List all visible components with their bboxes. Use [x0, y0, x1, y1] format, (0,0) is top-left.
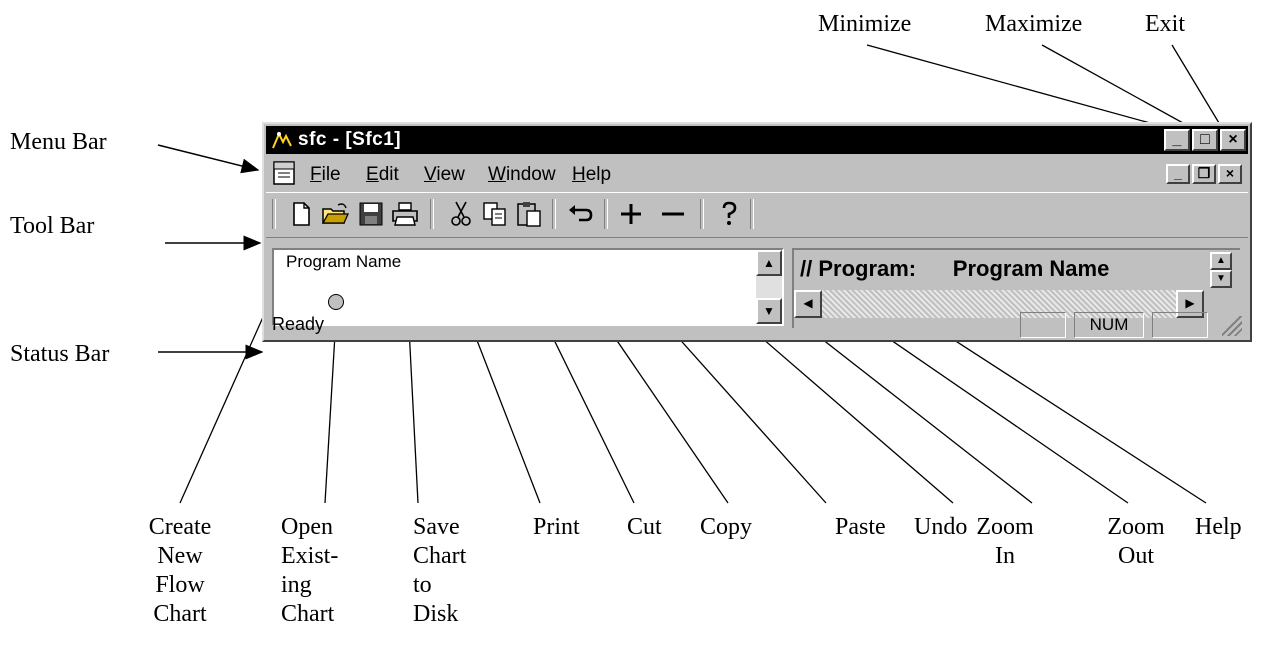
toolbar-separator [430, 199, 434, 229]
child-restore-icon[interactable]: ❐ [1192, 164, 1216, 184]
callout-maximize: Maximize [985, 11, 1083, 37]
menu-view[interactable]: View [424, 164, 465, 186]
menu-window[interactable]: Window [488, 164, 556, 186]
minimize-icon[interactable]: _ [1164, 129, 1190, 151]
toolbar-separator [552, 199, 556, 229]
title-bar[interactable]: sfc - [Sfc1] _ □ × [266, 126, 1248, 154]
callout-help: Help [1195, 514, 1242, 540]
callout-copy: Copy [700, 514, 753, 540]
zoom-in-icon[interactable] [616, 199, 646, 229]
child-close-icon[interactable]: × [1218, 164, 1242, 184]
document-icon[interactable] [272, 160, 298, 186]
status-indicator-num: NUM [1074, 312, 1144, 338]
status-bar: Ready NUM [266, 308, 1248, 340]
toolbar-separator [700, 199, 704, 229]
undo-icon[interactable] [566, 199, 596, 229]
zoom-out-icon[interactable] [658, 199, 688, 229]
tool-bar [266, 192, 1248, 238]
status-indicator-caps [1020, 312, 1066, 338]
toolbar-separator [272, 199, 276, 229]
window-title: sfc - [Sfc1] [298, 129, 402, 150]
save-disk-icon[interactable] [356, 199, 386, 229]
callout-cut: Cut [627, 514, 662, 540]
menu-help[interactable]: Help [572, 164, 611, 186]
menu-bar: File Edit View Window Help _ ❐ × [266, 156, 1248, 190]
new-file-icon[interactable] [286, 199, 316, 229]
callout-print: Print [533, 514, 580, 540]
open-folder-icon[interactable] [320, 199, 350, 229]
callout-menu-bar: Menu Bar [10, 129, 107, 155]
callout-exit: Exit [1145, 11, 1185, 37]
copy-icon[interactable] [480, 199, 510, 229]
program-header-text: // Program: Program Name [800, 256, 1110, 281]
status-indicator-scroll [1152, 312, 1208, 338]
callout-zoom-out: Zoom Out [1107, 514, 1165, 569]
cut-icon[interactable] [446, 199, 476, 229]
callout-open-existing-chart: Open Exist- ing Chart [281, 514, 339, 627]
callout-minimize: Minimize [818, 11, 912, 37]
status-text: Ready [272, 314, 325, 334]
callout-undo: Undo [914, 514, 968, 540]
callout-create-new-flow-chart: Create New Flow Chart [148, 514, 212, 627]
menu-edit[interactable]: Edit [366, 164, 399, 186]
resize-grip-icon[interactable] [1222, 316, 1242, 336]
child-minimize-icon[interactable]: _ [1166, 164, 1190, 184]
scroll-up-small-icon[interactable]: ▲ [1210, 252, 1232, 270]
callout-save-chart-to-disk: Save Chart to Disk [413, 514, 467, 627]
app-window: sfc - [Sfc1] _ □ × File Edit View Window… [262, 122, 1252, 342]
paste-icon[interactable] [514, 199, 544, 229]
maximize-icon[interactable]: □ [1192, 129, 1218, 151]
help-icon[interactable] [714, 199, 744, 229]
menu-file[interactable]: File [310, 164, 341, 186]
toolbar-separator [604, 199, 608, 229]
scroll-down-small-icon[interactable]: ▼ [1210, 270, 1232, 288]
app-icon [272, 131, 292, 149]
toolbar-separator [750, 199, 754, 229]
callout-tool-bar: Tool Bar [10, 213, 95, 239]
scroll-up-icon[interactable]: ▲ [756, 250, 782, 276]
callout-zoom-in: Zoom In [976, 514, 1034, 569]
print-icon[interactable] [390, 199, 420, 229]
callout-status-bar: Status Bar [10, 341, 110, 367]
callout-paste: Paste [835, 514, 886, 540]
close-icon[interactable]: × [1220, 129, 1246, 151]
program-name-label: Program Name [286, 252, 402, 271]
